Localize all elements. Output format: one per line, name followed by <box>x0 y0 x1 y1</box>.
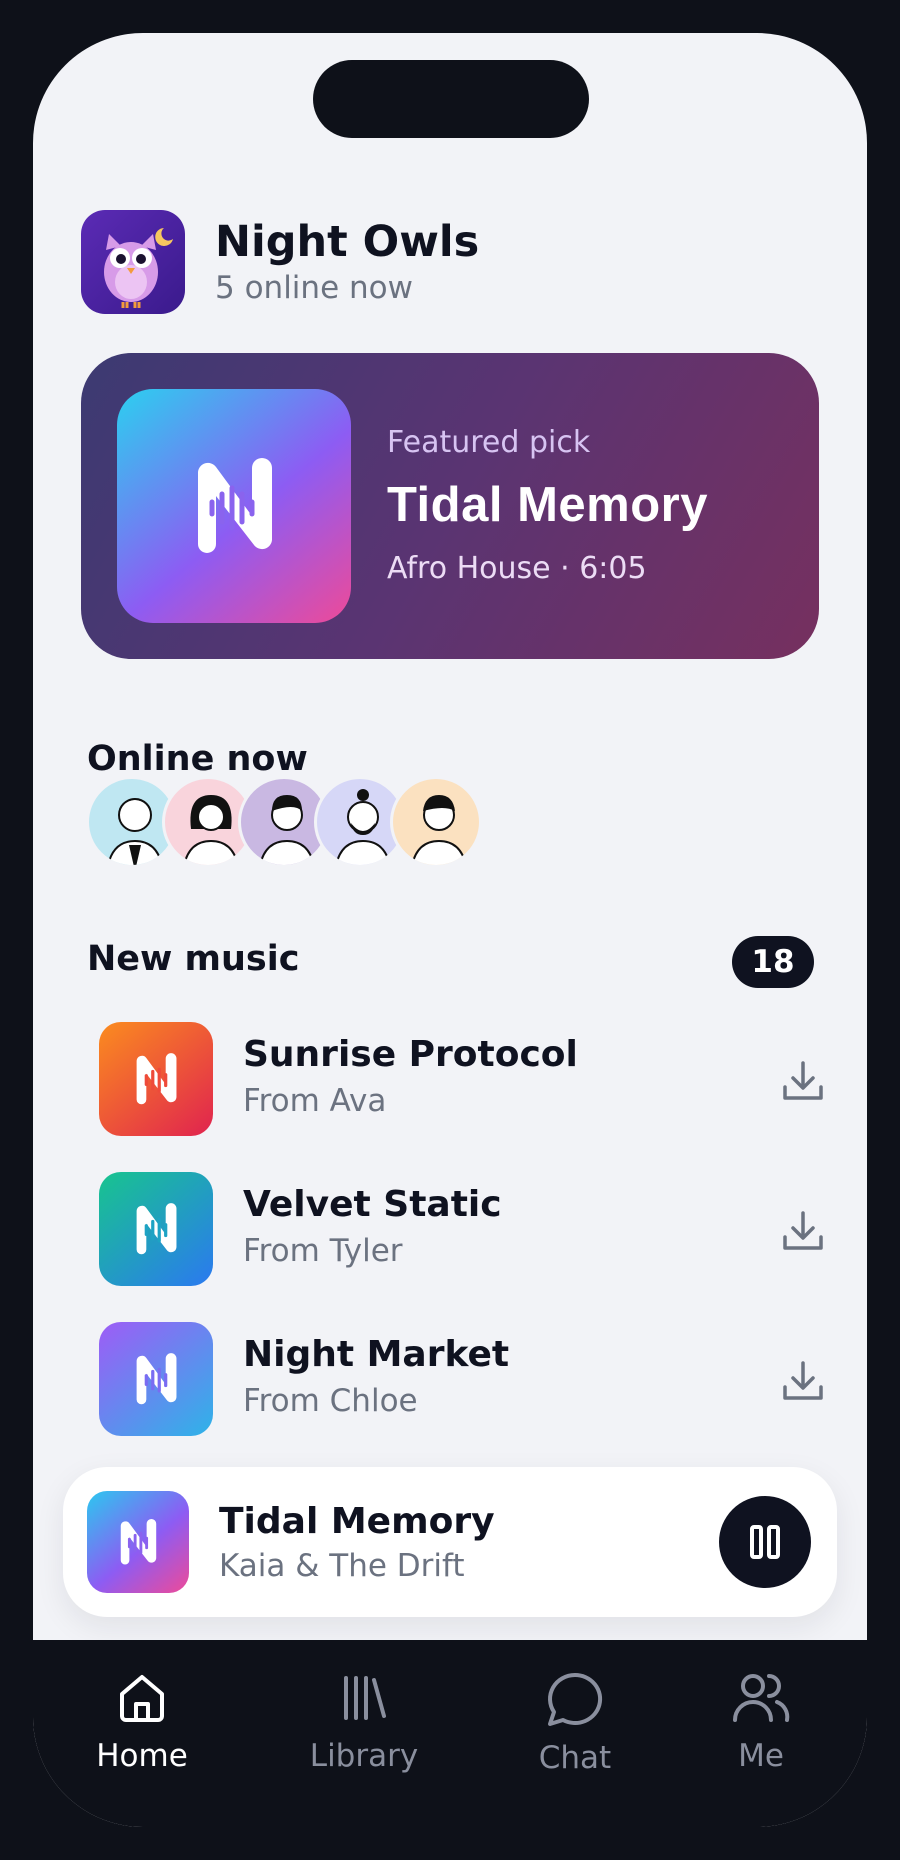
track-title: Velvet Static <box>243 1184 502 1225</box>
tab-bar: Home Library Chat Me <box>33 1640 867 1827</box>
online-now-heading: Online now <box>87 739 308 779</box>
library-icon <box>344 1676 386 1720</box>
download-icon[interactable] <box>779 1357 827 1405</box>
tab-home[interactable]: Home <box>42 1670 242 1776</box>
now-playing-artist: Kaia & The Drift <box>219 1548 465 1584</box>
tab-label: Me <box>738 1738 784 1774</box>
tab-chat[interactable]: Chat <box>475 1670 675 1778</box>
download-icon[interactable] <box>779 1057 827 1105</box>
brand-logo-icon <box>120 1519 157 1565</box>
track-title: Night Market <box>243 1334 510 1375</box>
tab-library[interactable]: Library <box>264 1670 464 1776</box>
track-artwork <box>99 1172 213 1286</box>
tab-label: Chat <box>538 1740 612 1776</box>
track-sender: From Tyler <box>243 1233 403 1269</box>
now-playing-title: Tidal Memory <box>219 1501 495 1542</box>
track-sender: From Chloe <box>243 1383 418 1419</box>
group-title: Night Owls <box>215 217 480 267</box>
mini-player[interactable]: Tidal Memory Kaia & The Drift <box>63 1467 837 1617</box>
phone-screen: Night Owls 5 online now Featured pick Ti… <box>33 33 867 1827</box>
tab-label: Library <box>309 1738 419 1774</box>
pause-icon <box>750 1525 780 1559</box>
featured-title: Tidal Memory <box>387 478 708 532</box>
tab-label: Home <box>96 1738 188 1774</box>
brand-logo-icon <box>136 1053 177 1105</box>
online-count: 5 online now <box>215 270 413 306</box>
group-header: Night Owls 5 online now <box>81 210 479 314</box>
track-row[interactable]: Sunrise Protocol From Ava <box>99 1022 823 1136</box>
track-sender: From Ava <box>243 1083 387 1119</box>
tab-me[interactable]: Me <box>661 1670 861 1776</box>
track-title: Sunrise Protocol <box>243 1034 578 1075</box>
chat-icon <box>548 1672 603 1726</box>
brand-logo-icon <box>136 1203 177 1255</box>
player-artwork <box>87 1491 189 1593</box>
featured-card[interactable]: Featured pick Tidal Memory Afro House · … <box>81 353 819 659</box>
dynamic-island <box>313 60 589 138</box>
track-row[interactable]: Night Market From Chloe <box>99 1322 823 1436</box>
people-icon <box>733 1674 790 1722</box>
new-music-count-badge: 18 <box>732 936 814 988</box>
owl-icon[interactable] <box>81 210 185 314</box>
new-music-heading: New music <box>87 939 300 979</box>
home-icon <box>120 1675 164 1722</box>
featured-meta: Afro House · 6:05 <box>387 551 647 586</box>
download-icon[interactable] <box>779 1207 827 1255</box>
track-artwork <box>99 1022 213 1136</box>
avatar[interactable] <box>390 776 482 868</box>
track-row[interactable]: Velvet Static From Tyler <box>99 1172 823 1286</box>
pause-button[interactable] <box>719 1496 811 1588</box>
featured-label: Featured pick <box>387 425 591 460</box>
brand-logo-icon <box>198 458 272 553</box>
featured-artwork <box>117 389 351 623</box>
brand-logo-icon <box>136 1353 177 1405</box>
track-artwork <box>99 1322 213 1436</box>
